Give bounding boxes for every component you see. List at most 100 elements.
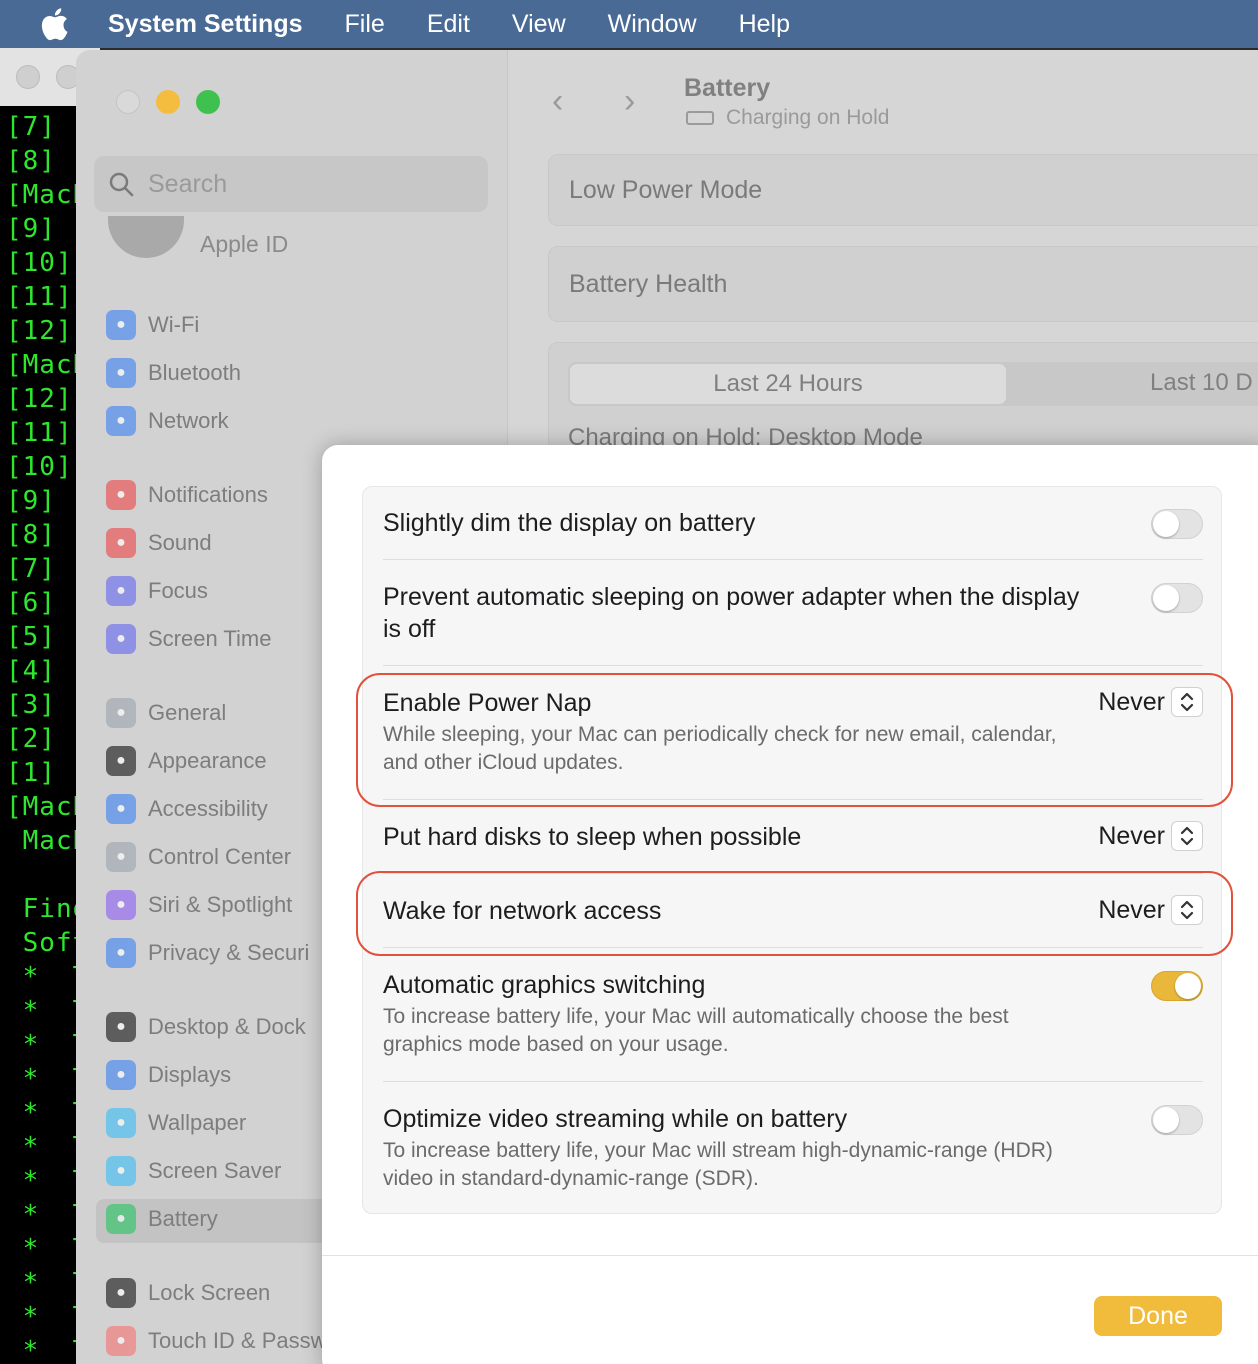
setting-description: To increase battery life, your Mac will … xyxy=(383,1005,1009,1056)
search-field[interactable]: Search xyxy=(94,156,488,212)
sidebar-item-label: Notifications xyxy=(148,482,268,507)
gear-icon: ● xyxy=(106,698,136,728)
appearance-icon: ● xyxy=(106,746,136,776)
sidebar-item-label: Displays xyxy=(148,1062,232,1087)
sidebar-item-siri-spotlight[interactable]: ● Siri & Spotlight xyxy=(106,883,292,927)
sidebar-item-screen-saver[interactable]: ● Screen Saver xyxy=(106,1149,281,1193)
menu-edit[interactable]: Edit xyxy=(427,10,470,39)
tab-last-24-hours[interactable]: Last 24 Hours xyxy=(570,364,1006,404)
sidebar-item-accessibility[interactable]: ● Accessibility xyxy=(106,787,268,831)
accessibility-icon: ● xyxy=(106,794,136,824)
sidebar-item-label: Desktop & Dock xyxy=(148,1014,306,1039)
menu-view[interactable]: View xyxy=(512,10,566,39)
globe-icon: ● xyxy=(106,406,136,436)
toggle-switch[interactable] xyxy=(1151,583,1203,613)
apple-menu-icon[interactable] xyxy=(0,7,108,41)
setting-title: Automatic graphics switching xyxy=(383,971,706,999)
toggle-switch[interactable] xyxy=(1151,1105,1203,1135)
setting-title: Optimize video streaming while on batter… xyxy=(383,1105,848,1133)
sidebar-item-label: Screen Saver xyxy=(148,1158,282,1183)
menu-app-name[interactable]: System Settings xyxy=(108,10,303,39)
siri-icon: ● xyxy=(106,890,136,920)
bluetooth-icon: ● xyxy=(106,358,136,388)
sidebar-item-label: Wallpaper xyxy=(148,1110,247,1135)
sidebar-item-wallpaper[interactable]: ● Wallpaper xyxy=(106,1101,246,1145)
sidebar-item-touch-id-passw[interactable]: ● Touch ID & Passw xyxy=(106,1319,327,1363)
setting-row-put-hard-disks-to: Put hard disks to sleep when possible Nev… xyxy=(383,821,1203,853)
done-button[interactable]: Done xyxy=(1094,1296,1222,1336)
battery-health-card[interactable]: Battery Health xyxy=(548,246,1258,322)
control-center-icon: ● xyxy=(106,842,136,872)
sidebar-item-displays[interactable]: ● Displays xyxy=(106,1053,231,1097)
dock-icon: ● xyxy=(106,1012,136,1042)
sidebar-item-label: Privacy & Securi xyxy=(148,940,310,965)
setting-row-slightly-dim-the-display: Slightly dim the display on battery xyxy=(383,507,1203,539)
time-range-segmented-control[interactable]: Last 24 Hours Last 10 D xyxy=(568,362,1258,406)
sidebar-item-bluetooth[interactable]: ● Bluetooth xyxy=(106,351,241,395)
bell-icon: ● xyxy=(106,480,136,510)
setting-row-optimize-video-streaming-while: Optimize video streaming while on batter… xyxy=(383,1103,1203,1193)
sidebar-item-battery[interactable]: ● Battery xyxy=(106,1197,218,1241)
chevron-up-down-icon xyxy=(1171,821,1203,851)
tab-last-10-days[interactable]: Last 10 D xyxy=(1150,369,1253,397)
sidebar-item-label: Lock Screen xyxy=(148,1280,271,1305)
sidebar-item-appearance[interactable]: ● Appearance xyxy=(106,739,267,783)
fingerprint-icon: ● xyxy=(106,1326,136,1356)
pane-subtitle: Charging on Hold xyxy=(686,106,889,130)
sidebar-item-general[interactable]: ● General xyxy=(106,691,226,735)
pane-subtitle-text: Charging on Hold xyxy=(726,106,890,129)
menu-window[interactable]: Window xyxy=(608,10,697,39)
sidebar-item-lock-screen[interactable]: ● Lock Screen xyxy=(106,1271,270,1315)
sidebar-item-network[interactable]: ● Network xyxy=(106,399,229,443)
zoom-button[interactable] xyxy=(196,90,220,114)
close-button[interactable] xyxy=(116,90,140,114)
battery-icon: ● xyxy=(106,1204,136,1234)
sidebar-item-screen-time[interactable]: ● Screen Time xyxy=(106,617,272,661)
pane-title: Battery xyxy=(684,74,771,102)
options-group: Slightly dim the display on battery Preve… xyxy=(362,486,1222,1214)
sidebar-item-desktop-dock[interactable]: ● Desktop & Dock xyxy=(106,1005,306,1049)
sidebar-item-sound[interactable]: ● Sound xyxy=(106,521,212,565)
sidebar-item-label: Appearance xyxy=(148,748,267,773)
setting-row-prevent-automatic-sleeping-on: Prevent automatic sleeping on power adap… xyxy=(383,581,1203,645)
terminal-close-button[interactable] xyxy=(16,65,40,89)
low-power-mode-card[interactable]: Low Power Mode xyxy=(548,154,1258,226)
sidebar-item-label: Siri & Spotlight xyxy=(148,892,293,917)
row-divider xyxy=(383,559,1203,560)
minimize-button[interactable] xyxy=(156,90,180,114)
setting-title: Slightly dim the display on battery xyxy=(383,509,756,537)
sidebar-item-notifications[interactable]: ● Notifications xyxy=(106,473,268,517)
flower-icon: ● xyxy=(106,1108,136,1138)
sheet-divider xyxy=(322,1255,1258,1256)
toggle-knob xyxy=(1153,1107,1179,1133)
back-button[interactable]: ‹ xyxy=(552,82,563,121)
sidebar-item-label: Battery xyxy=(148,1206,218,1231)
apple-id-item[interactable]: Apple ID xyxy=(108,215,289,258)
setting-row-automatic-graphics-switching: Automatic graphics switching To increase … xyxy=(383,969,1203,1059)
sidebar-item-label: Bluetooth xyxy=(148,360,241,385)
wake-network-highlight xyxy=(356,871,1233,956)
sidebar-item-privacy-securi[interactable]: ● Privacy & Securi xyxy=(106,931,309,975)
search-icon xyxy=(109,172,134,197)
toggle-knob xyxy=(1153,511,1179,537)
toggle-switch[interactable] xyxy=(1151,509,1203,539)
sidebar-item-label: Accessibility xyxy=(148,796,268,821)
toggle-switch[interactable] xyxy=(1151,971,1203,1001)
hand-icon: ● xyxy=(106,938,136,968)
setting-title: Prevent automatic sleeping on power adap… xyxy=(383,583,1080,643)
battery-options-sheet: Slightly dim the display on battery Preve… xyxy=(322,445,1258,1364)
low-power-mode-label: Low Power Mode xyxy=(569,175,763,204)
sidebar-item-wi-fi[interactable]: ● Wi-Fi xyxy=(106,303,199,347)
sidebar-item-label: Focus xyxy=(148,578,208,603)
power-nap-highlight xyxy=(356,673,1233,807)
menu-file[interactable]: File xyxy=(345,10,385,39)
forward-button[interactable]: › xyxy=(624,82,635,121)
sidebar-item-control-center[interactable]: ● Control Center xyxy=(106,835,291,879)
row-divider xyxy=(383,665,1203,666)
menu-help[interactable]: Help xyxy=(739,10,790,39)
sidebar-item-focus[interactable]: ● Focus xyxy=(106,569,208,613)
popup-select[interactable]: Never xyxy=(1098,821,1203,851)
sidebar-item-label: Sound xyxy=(148,530,212,555)
apple-id-label: Apple ID xyxy=(200,231,289,257)
battery-health-label: Battery Health xyxy=(569,269,728,298)
